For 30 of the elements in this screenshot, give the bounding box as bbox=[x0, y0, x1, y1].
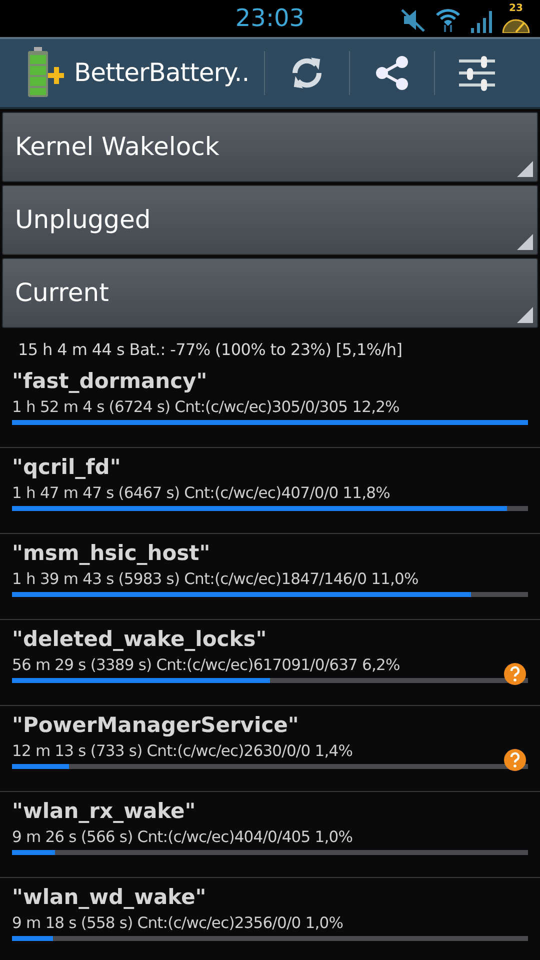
dropdown-caret-icon bbox=[517, 307, 533, 323]
wakelock-name: "deleted_wake_locks" bbox=[12, 626, 268, 653]
battery-plus-icon bbox=[26, 47, 64, 99]
mute-icon bbox=[400, 7, 426, 33]
wakelock-name: "wlan_wd_wake" bbox=[12, 884, 208, 911]
help-icon[interactable] bbox=[504, 748, 526, 771]
wakelock-name: "wlan_rx_wake" bbox=[12, 798, 197, 825]
dropdown-caret-icon bbox=[517, 234, 533, 250]
dropdown[interactable]: Kernel Wakelock bbox=[2, 112, 538, 182]
dropdown[interactable]: Unplugged bbox=[2, 185, 538, 255]
wakelock-details: 12 m 13 s (733 s) Cnt:(c/wc/ec)2630/0/0 1,4% bbox=[12, 741, 353, 762]
battery-level-text: 23 bbox=[509, 3, 523, 15]
wakelock-details: 9 m 18 s (558 s) Cnt:(c/wc/ec)2356/0/0 1,0% bbox=[12, 913, 344, 934]
wakelock-name: "qcril_fd" bbox=[12, 454, 122, 481]
share-icon bbox=[374, 55, 410, 91]
wakelock-name: "msm_hsic_host" bbox=[12, 540, 212, 567]
wakelock-name: "PowerManagerService" bbox=[12, 712, 300, 739]
wakelock-name: "fast_dormancy" bbox=[12, 368, 208, 395]
dropdown-caret-icon bbox=[517, 161, 533, 177]
wakelock-details: 1 h 39 m 43 s (5983 s) Cnt:(c/wc/ec)1847/146/0 11,0% bbox=[12, 569, 418, 590]
wakelock-details: 56 m 29 s (3389 s) Cnt:(c/wc/ec)617091/0/637 6,2% bbox=[12, 655, 400, 676]
clock-time: 23:03 bbox=[235, 4, 305, 32]
help-icon[interactable] bbox=[504, 662, 526, 685]
sliders-icon bbox=[457, 55, 497, 91]
dropdown[interactable]: Current bbox=[2, 258, 538, 328]
wakelock-details: 1 h 52 m 4 s (6724 s) Cnt:(c/wc/ec)305/0/305 12,2% bbox=[12, 397, 400, 418]
wakelock-details: 1 h 47 m 47 s (6467 s) Cnt:(c/wc/ec)407/0/0 11,8% bbox=[12, 483, 390, 504]
wakelock-details: 9 m 26 s (566 s) Cnt:(c/wc/ec)404/0/405 1,0% bbox=[12, 827, 353, 848]
summary-text: 15 h 4 m 44 s Bat.: -77% (100% to 23%) [5,1%/h] bbox=[17, 339, 404, 361]
app-title: BetterBattery.. bbox=[74, 57, 250, 90]
